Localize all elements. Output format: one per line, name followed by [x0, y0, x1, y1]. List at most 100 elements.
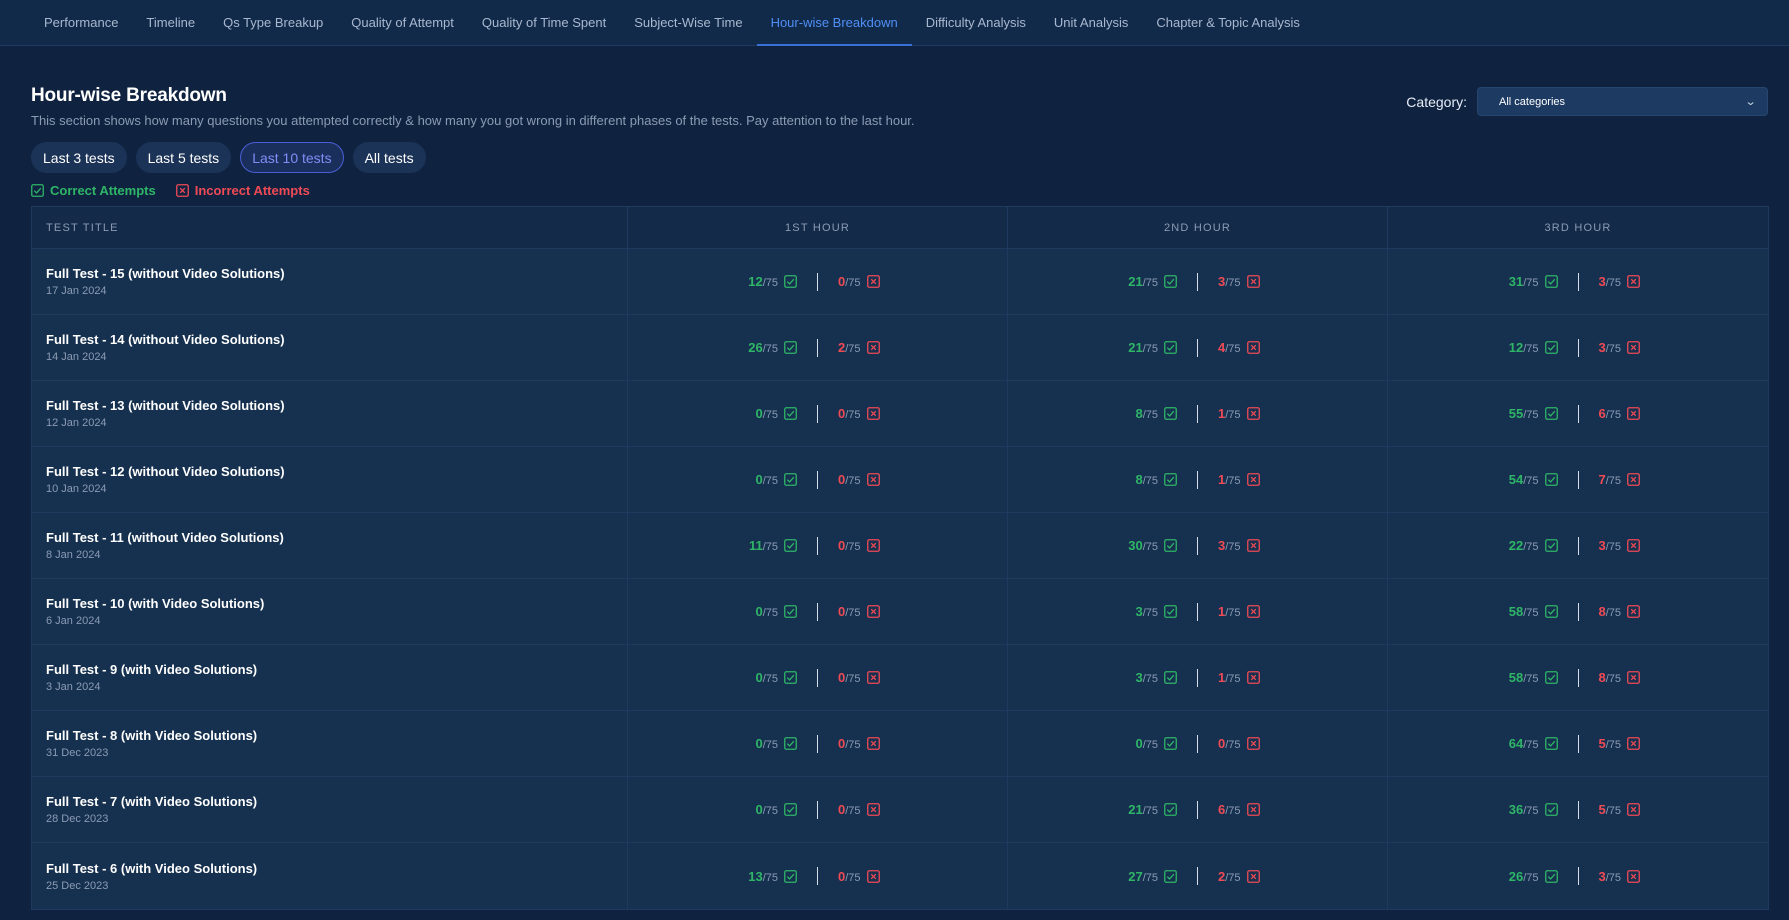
check-box-icon — [1164, 407, 1177, 420]
category-select[interactable]: All categories ⌄ — [1477, 87, 1768, 116]
correct-value: 0 — [755, 604, 763, 619]
incorrect-count: 0/75 — [838, 472, 861, 487]
x-box-icon — [1246, 473, 1260, 486]
header-text: Hour-wise Breakdown This section shows h… — [31, 66, 915, 128]
check-box-icon — [1544, 275, 1558, 288]
correct-count: 0/75 — [755, 406, 778, 421]
test-title-cell: Full Test - 6 (with Video Solutions) 25 D… — [32, 843, 628, 909]
tab-difficulty-analysis[interactable]: Difficulty Analysis — [912, 0, 1040, 45]
correct-total: /75 — [1142, 343, 1158, 355]
correct-stat: 0/75 — [1101, 736, 1179, 751]
divider — [1197, 470, 1198, 489]
correct-count: 30/75 — [1128, 538, 1158, 553]
tab-chapter-and-topic-analysis[interactable]: Chapter & Topic Analysis — [1142, 0, 1314, 45]
test-name[interactable]: Full Test - 15 (without Video Solutions) — [46, 266, 627, 281]
page-description: This section shows how many questions yo… — [31, 113, 915, 128]
tab-qs-type-breakup[interactable]: Qs Type Breakup — [209, 0, 337, 45]
test-date: 25 Dec 2023 — [46, 879, 109, 892]
test-name[interactable]: Full Test - 10 (with Video Solutions) — [46, 596, 627, 611]
incorrect-total: /75 — [1225, 607, 1241, 619]
filter-last-5-tests[interactable]: Last 5 tests — [135, 142, 232, 173]
test-name[interactable]: Full Test - 6 (with Video Solutions) — [46, 861, 627, 876]
correct-value: 58 — [1508, 604, 1524, 619]
filter-all-tests[interactable]: All tests — [352, 142, 426, 173]
table-row: Full Test - 11 (without Video Solutions)… — [32, 513, 1768, 579]
correct-total: /75 — [762, 277, 778, 289]
incorrect-count: 0/75 — [838, 604, 861, 619]
x-box-icon — [1627, 539, 1640, 552]
filter-last-10-tests[interactable]: Last 10 tests — [240, 142, 344, 173]
correct-total: /75 — [1142, 805, 1158, 817]
test-date: 8 Jan 2024 — [46, 549, 101, 561]
divider — [1197, 734, 1198, 753]
test-name[interactable]: Full Test - 13 (without Video Solutions) — [46, 398, 627, 413]
incorrect-total: /75 — [1605, 607, 1622, 619]
x-box-icon — [1246, 341, 1260, 354]
tab-timeline[interactable]: Timeline — [132, 0, 209, 45]
category-select-value: All categories — [1499, 95, 1566, 108]
legend-correct: Correct Attempts — [31, 183, 156, 198]
hour-cell-3: 22/75 3/75 — [1388, 513, 1768, 578]
column-header-2nd-hour: 2ND HOUR — [1008, 207, 1388, 248]
correct-total: /75 — [1142, 871, 1158, 884]
tab-performance[interactable]: Performance — [30, 0, 132, 45]
incorrect-total: /75 — [1225, 475, 1241, 487]
correct-total: /75 — [1523, 409, 1539, 421]
correct-stat: 30/75 — [1101, 538, 1179, 553]
divider — [1577, 867, 1579, 885]
incorrect-stat: 8/75 — [1597, 604, 1675, 619]
correct-value: 11 — [748, 538, 763, 553]
x-box-icon — [866, 341, 880, 354]
tab-hour-wise-breakdown[interactable]: Hour-wise Breakdown — [756, 0, 912, 46]
test-date: 17 Jan 2024 — [46, 285, 107, 297]
correct-value: 31 — [1508, 274, 1524, 289]
correct-stat: 58/75 — [1482, 670, 1560, 685]
test-name[interactable]: Full Test - 11 (without Video Solutions) — [46, 530, 627, 545]
incorrect-total: /75 — [1605, 277, 1622, 289]
correct-stat: 12/75 — [721, 274, 799, 289]
test-date: 10 Jan 2024 — [46, 483, 107, 495]
incorrect-count: 3/75 — [1599, 274, 1622, 289]
incorrect-total: /75 — [1605, 673, 1622, 685]
test-title-cell: Full Test - 8 (with Video Solutions) 31 D… — [32, 711, 628, 776]
incorrect-value: 5 — [1598, 736, 1606, 751]
incorrect-total: /75 — [845, 805, 861, 817]
hour-cell-2: 21/75 4/75 — [1008, 315, 1388, 380]
test-title-cell: Full Test - 15 (without Video Solutions)… — [32, 249, 628, 314]
incorrect-total: /75 — [1605, 409, 1622, 421]
test-name[interactable]: Full Test - 9 (with Video Solutions) — [46, 662, 627, 677]
incorrect-count: 7/75 — [1599, 472, 1622, 487]
tab-quality-of-attempt[interactable]: Quality of Attempt — [337, 0, 468, 45]
hour-cell-2: 21/75 3/75 — [1008, 249, 1388, 314]
hour-cell-2: 3/75 1/75 — [1008, 579, 1388, 644]
correct-value: 0 — [755, 802, 763, 817]
test-name[interactable]: Full Test - 7 (with Video Solutions) — [46, 794, 627, 809]
test-name[interactable]: Full Test - 14 (without Video Solutions) — [46, 332, 627, 347]
incorrect-count: 0/75 — [838, 670, 861, 685]
table-row: Full Test - 12 (without Video Solutions)… — [32, 447, 1768, 513]
test-name[interactable]: Full Test - 12 (without Video Solutions) — [46, 464, 627, 479]
correct-value: 26 — [748, 340, 763, 355]
incorrect-stat: 3/75 — [1597, 274, 1675, 289]
correct-count: 54/75 — [1509, 472, 1539, 487]
x-box-icon — [1627, 803, 1640, 816]
hour-cell-3: 54/75 7/75 — [1388, 447, 1768, 512]
correct-count: 58/75 — [1509, 670, 1539, 685]
divider — [817, 668, 818, 687]
incorrect-stat: 0/75 — [1216, 736, 1294, 751]
incorrect-value: 8 — [1598, 670, 1606, 685]
hour-cell-3: 58/75 8/75 — [1388, 645, 1768, 710]
tab-quality-of-time-spent[interactable]: Quality of Time Spent — [468, 0, 620, 45]
incorrect-stat: 0/75 — [836, 670, 914, 685]
tab-subject-wise-time[interactable]: Subject-Wise Time — [620, 0, 756, 45]
correct-total: /75 — [762, 739, 778, 751]
table-row: Full Test - 13 (without Video Solutions)… — [32, 381, 1768, 447]
correct-count: 26/75 — [1509, 869, 1539, 884]
correct-total: /75 — [762, 475, 778, 487]
filter-last-3-tests[interactable]: Last 3 tests — [31, 142, 127, 173]
incorrect-count: 0/75 — [838, 736, 861, 751]
test-name[interactable]: Full Test - 8 (with Video Solutions) — [46, 728, 627, 743]
tab-unit-analysis[interactable]: Unit Analysis — [1040, 0, 1142, 45]
x-box-icon — [866, 803, 880, 816]
correct-total: /75 — [1523, 343, 1539, 355]
